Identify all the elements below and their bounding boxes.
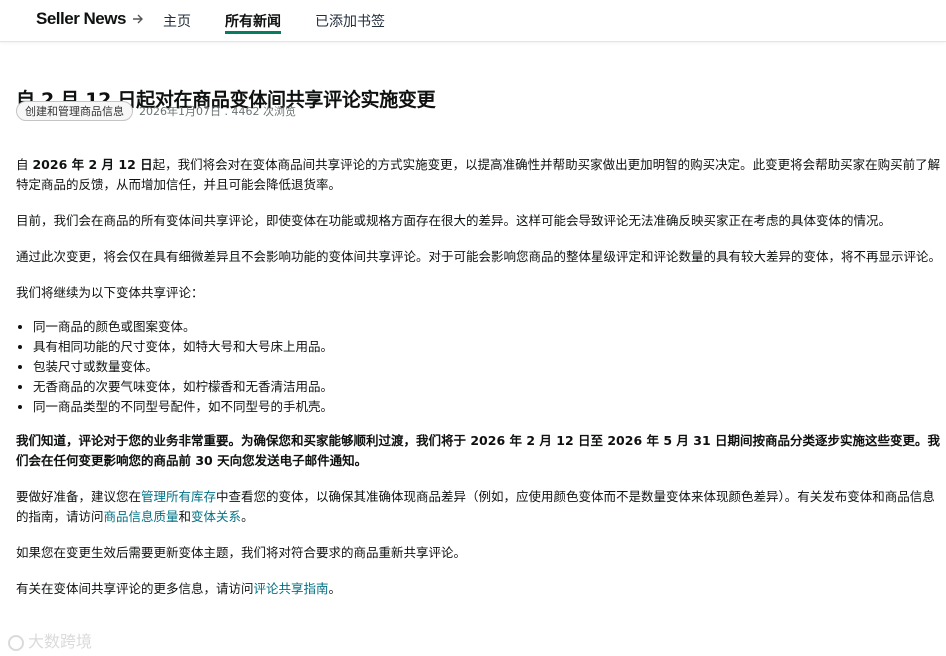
paragraph-3: 通过此次变更，将会仅在具有细微差异且不会影响功能的变体间共享评论。对于可能会影响… — [16, 249, 942, 264]
paragraph-2: 目前，我们会在商品的所有变体间共享评论，即使变体在功能或规格方面存在很大的差异。… — [16, 213, 892, 228]
active-tab-indicator — [225, 31, 281, 34]
nav-home[interactable]: 主页 — [163, 11, 191, 31]
paragraph-1: 自 2026 年 2 月 12 日起，我们将会对在变体商品间共享评论的方式实施变… — [16, 157, 941, 192]
list-item: 同一商品类型的不同型号配件，如不同型号的手机壳。 — [33, 397, 942, 417]
link-listing-quality[interactable]: 商品信息质量 — [104, 509, 179, 524]
article-body: 自 2026 年 2 月 12 日起，我们将会对在变体商品间共享评论的方式实施变… — [16, 155, 942, 615]
list-item: 同一商品的颜色或图案变体。 — [33, 317, 942, 337]
paragraph-6: 要做好准备，建议您在管理所有库存中查看您的变体，以确保其准确体现商品差异（例如，… — [16, 489, 935, 524]
effective-date: 2026 年 2 月 12 日 — [32, 157, 153, 172]
paragraph-7: 如果您在变更生效后需要更新变体主题，我们将对符合要求的商品重新共享评论。 — [16, 545, 467, 560]
variant-list: 同一商品的颜色或图案变体。 具有相同功能的尺寸变体，如特大号和大号床上用品。 包… — [16, 317, 942, 417]
list-item: 具有相同功能的尺寸变体，如特大号和大号床上用品。 — [33, 337, 942, 357]
watermark: 大数跨境 — [8, 628, 92, 652]
watermark-logo-icon — [8, 634, 24, 651]
category-tag[interactable]: 创建和管理商品信息 — [16, 101, 133, 121]
paragraph-5: 我们知道，评论对于您的业务非常重要。为确保您和买家能够顺利过渡，我们将于 202… — [16, 433, 940, 468]
top-navigation-bar: Seller News 主页 所有新闻 已添加书签 — [0, 0, 946, 42]
paragraph-8: 有关在变体间共享评论的更多信息，请访问评论共享指南。 — [16, 581, 342, 596]
arrow-right-icon — [133, 14, 143, 24]
list-item: 无香商品的次要气味变体，如柠檬香和无香清洁用品。 — [33, 377, 942, 397]
link-variation-relationship[interactable]: 变体关系 — [191, 509, 241, 524]
paragraph-4: 我们将继续为以下变体共享评论： — [16, 285, 204, 300]
link-review-sharing-guide[interactable]: 评论共享指南 — [254, 581, 329, 596]
nav-all-news[interactable]: 所有新闻 — [225, 11, 281, 31]
article-meta: 创建和管理商品信息 2026年1月07日 . 4462 次浏览 — [16, 100, 296, 122]
link-manage-inventory[interactable]: 管理所有库存 — [141, 489, 216, 504]
brand-logo[interactable]: Seller News — [36, 9, 126, 29]
list-item: 包装尺寸或数量变体。 — [33, 357, 942, 377]
nav-bookmarks[interactable]: 已添加书签 — [315, 11, 385, 31]
publish-date-views: 2026年1月07日 . 4462 次浏览 — [139, 105, 296, 118]
